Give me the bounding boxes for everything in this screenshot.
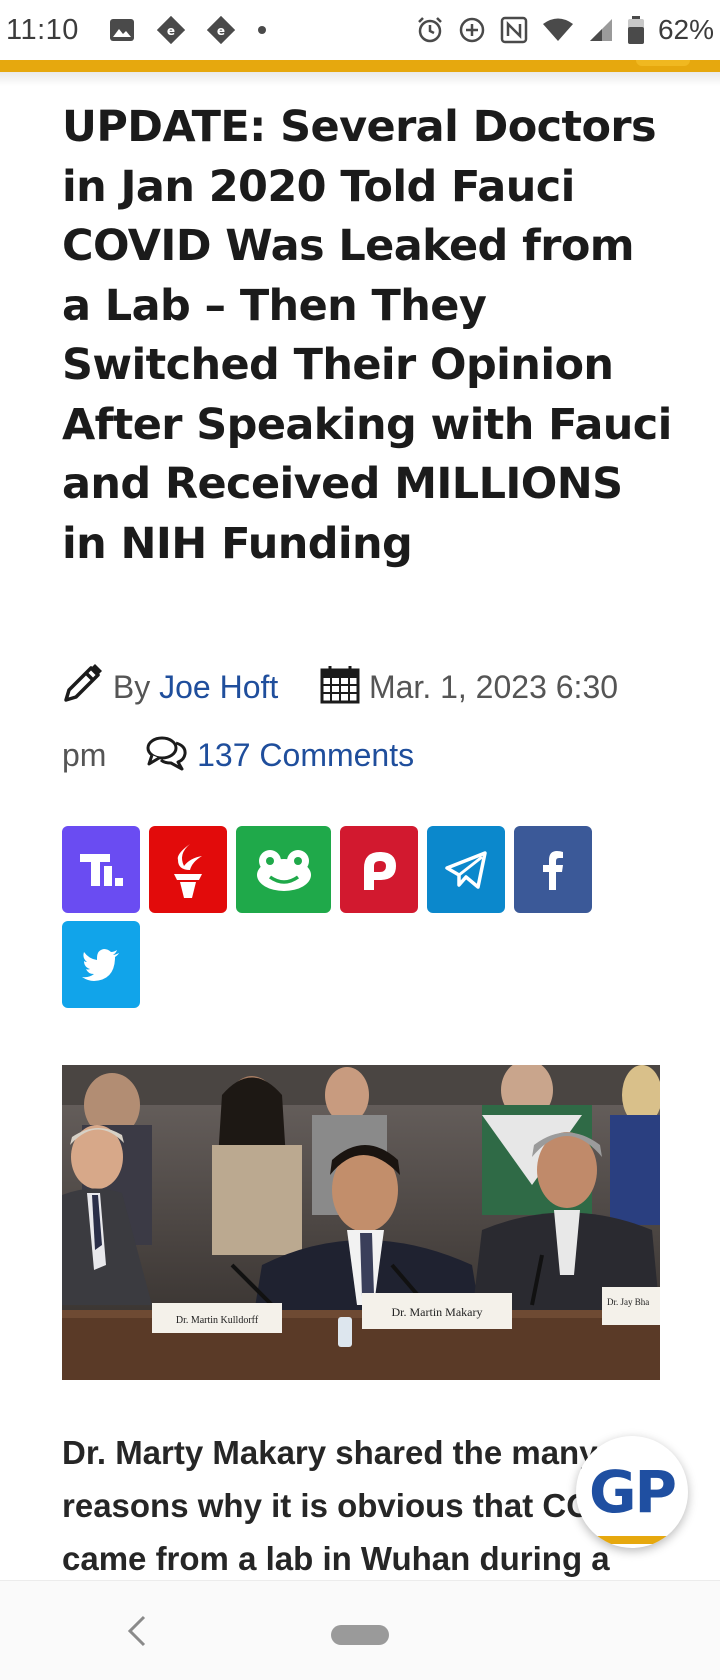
header-shadow — [0, 72, 720, 86]
app-notification-icon: e — [156, 16, 185, 44]
hearing-photo: Dr. Martin Kulldorff Dr. Martin Makary D… — [62, 1065, 660, 1380]
back-icon[interactable] — [122, 1611, 150, 1656]
gp-logo-label: GP — [588, 1458, 677, 1526]
article-headline: UPDATE: Several Doctors in Jan 2020 Told… — [62, 102, 672, 569]
status-time: 11:10 — [6, 13, 79, 46]
comments-link[interactable]: 137 Comments — [197, 737, 414, 773]
wifi-icon — [542, 17, 574, 43]
author-link[interactable]: Joe Hoft — [159, 669, 278, 705]
comments-icon — [146, 730, 188, 792]
notification-icons: e e — [109, 16, 267, 44]
gettr-icon — [174, 843, 202, 898]
battery-icon — [627, 16, 644, 44]
system-nav-bar — [0, 1580, 720, 1680]
system-icons: 62% — [416, 14, 714, 46]
truth-social-share-button[interactable] — [62, 826, 140, 913]
facebook-icon — [543, 850, 563, 890]
app-notification-icon: e — [206, 16, 235, 44]
article-photo[interactable]: Dr. Martin Kulldorff Dr. Martin Makary D… — [62, 1065, 660, 1380]
article-body: Dr. Marty Makary shared the many reasons… — [62, 1434, 647, 1577]
twitter-icon — [82, 948, 119, 981]
status-bar: 11:10 e e 62% — [0, 0, 720, 60]
gettr-share-button[interactable] — [149, 826, 227, 913]
svg-text:e: e — [167, 24, 175, 38]
dot-icon — [257, 25, 267, 35]
placard-makary: Dr. Martin Makary — [392, 1305, 483, 1319]
byline-prefix: By — [112, 669, 151, 705]
svg-text:e: e — [217, 24, 225, 38]
telegram-share-button[interactable] — [427, 826, 505, 913]
gp-logo-button[interactable]: GP — [576, 1436, 688, 1548]
header-tab[interactable] — [636, 60, 690, 66]
alarm-icon — [416, 16, 444, 44]
pencil-icon — [62, 662, 104, 724]
data-saver-icon — [458, 16, 486, 44]
calendar-icon — [320, 662, 360, 724]
telegram-icon — [445, 850, 487, 889]
nfc-icon — [500, 16, 528, 44]
placard-kulldorff: Dr. Martin Kulldorff — [176, 1315, 259, 1326]
article-header: UPDATE: Several Doctors in Jan 2020 Told… — [62, 98, 672, 574]
site-header-accent — [0, 60, 720, 72]
article-meta: By Joe Hoft Mar. 1, 2023 6:30 pm 137 Com… — [62, 656, 662, 792]
gp-logo-arc — [596, 1536, 668, 1544]
home-pill[interactable] — [331, 1625, 389, 1645]
placard-bhattacharya: Dr. Jay Bha — [607, 1297, 649, 1307]
facebook-share-button[interactable] — [514, 826, 592, 913]
gab-share-button[interactable] — [236, 826, 331, 913]
parler-share-button[interactable] — [340, 826, 418, 913]
share-buttons — [62, 826, 622, 1008]
parler-icon — [364, 851, 396, 890]
signal-icon — [588, 17, 614, 43]
truth-social-icon — [80, 853, 123, 886]
twitter-share-button[interactable] — [62, 921, 140, 1008]
image-icon — [109, 18, 135, 42]
gab-frog-icon — [256, 849, 311, 891]
battery-percent: 62% — [657, 14, 714, 45]
